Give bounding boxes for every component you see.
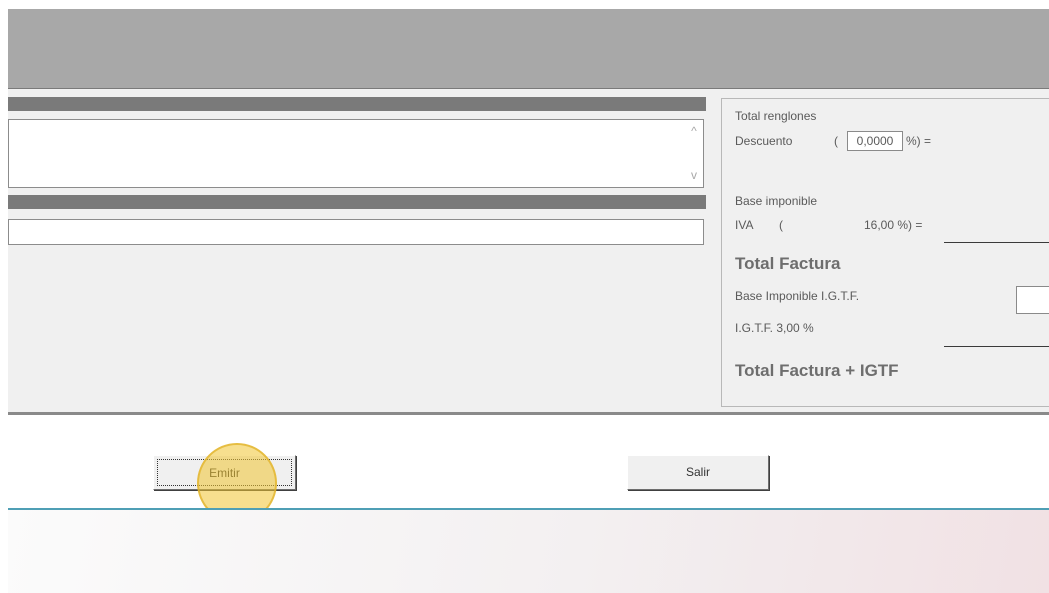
window-title-bar (8, 9, 1049, 88)
igtf-total-underline (944, 346, 1049, 347)
lower-background (8, 510, 1049, 593)
iva-total-underline (944, 242, 1049, 243)
notes-header-bar (8, 195, 706, 209)
descuento-suffix: %) = (906, 134, 932, 148)
salir-button-label: Salir (685, 465, 710, 479)
iva-open-paren: ( (779, 218, 783, 232)
totals-panel: Total renglones Descuento ( 0,0000 %) = … (721, 98, 1049, 407)
emitir-button[interactable]: Emitir (153, 455, 296, 490)
notes-input[interactable] (8, 219, 704, 245)
emitir-button-label: Emitir (157, 459, 292, 486)
chevron-down-icon[interactable]: v (686, 168, 702, 182)
descuento-open-paren: ( (834, 134, 838, 148)
iva-rate-value: 16,00 %) = (864, 218, 923, 232)
salir-button[interactable]: Salir (627, 455, 769, 490)
chevron-up-icon[interactable]: ^ (686, 124, 702, 138)
form-separator (8, 412, 1049, 415)
iva-label: IVA (735, 218, 754, 232)
base-igtf-input[interactable] (1016, 286, 1049, 314)
total-renglones-label: Total renglones (735, 109, 817, 123)
descuento-percent-input[interactable]: 0,0000 (847, 131, 903, 151)
total-factura-igtf-label: Total Factura + IGTF (735, 361, 899, 380)
base-imponible-label: Base imponible (735, 194, 818, 208)
observations-textarea[interactable] (8, 119, 704, 188)
observations-header-bar (8, 97, 706, 111)
descuento-label: Descuento (735, 134, 793, 148)
igtf-label: I.G.T.F. 3,00 % (735, 321, 814, 335)
base-igtf-label: Base Imponible I.G.T.F. (735, 289, 860, 303)
total-factura-label: Total Factura (735, 254, 841, 273)
